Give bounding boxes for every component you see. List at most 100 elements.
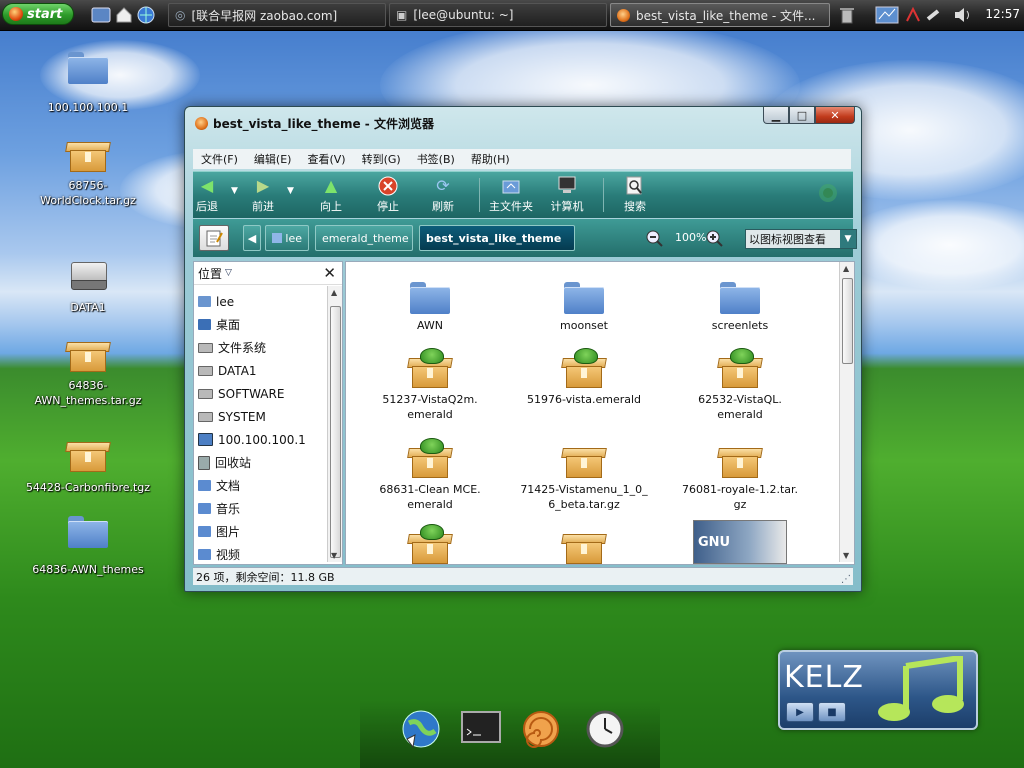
sidebar-title[interactable]: 位置	[198, 265, 222, 282]
scroll-up-arrow-icon[interactable]: ▲	[843, 264, 849, 273]
dock-item-clock[interactable]	[584, 708, 626, 750]
view-mode-select[interactable]: 以图标视图查看 ▼	[745, 229, 857, 249]
file-item-archive[interactable]	[506, 520, 662, 564]
start-label: start	[27, 6, 63, 22]
file-item-folder[interactable]: screenlets	[662, 270, 818, 333]
taskbar-item-terminal[interactable]: ▣ [lee@ubuntu: ~]	[389, 3, 607, 27]
scrollbar-thumb[interactable]	[842, 278, 853, 364]
zoom-out-button[interactable]	[645, 229, 665, 252]
taskbar-item-browser[interactable]: ◎ [联合早报网 zaobao.com]	[168, 3, 386, 27]
menu-help[interactable]: 帮助(H)	[463, 151, 518, 167]
file-item-emerald-theme[interactable]: 51976-vista.emerald	[506, 344, 662, 407]
desktop-icon-data1-drive[interactable]: DATA1	[18, 258, 158, 315]
scroll-down-arrow-icon[interactable]: ▼	[331, 551, 337, 560]
sidebar-item-desktop[interactable]: 桌面	[194, 313, 326, 336]
power-plug-icon[interactable]	[924, 4, 946, 26]
sidebar-scrollbar[interactable]: ▲ ▼	[327, 286, 342, 562]
breadcrumb-back-arrow[interactable]: ◀	[243, 225, 261, 251]
menu-edit[interactable]: 编辑(E)	[246, 151, 300, 167]
sidebar-item-software[interactable]: SOFTWARE	[194, 382, 326, 405]
sidebar-item-pictures[interactable]: 图片	[194, 520, 326, 543]
up-button[interactable]: ▲ 向上	[303, 176, 359, 214]
file-view-scrollbar[interactable]: ▲ ▼	[839, 262, 854, 562]
file-item-emerald-theme[interactable]	[352, 520, 508, 564]
thumbnail-text: GNU	[698, 534, 731, 550]
breadcrumb-emerald-theme[interactable]: emerald_theme	[315, 225, 413, 251]
desktop-icon-carbonfibre-archive[interactable]: 54428-Carbonfibre.tgz	[18, 438, 158, 495]
file-name: 71425-Vistamenu_1_0_	[520, 483, 648, 496]
breadcrumb-label: lee	[285, 231, 302, 245]
volume-icon[interactable]	[952, 4, 974, 26]
sidebar-item-documents[interactable]: 文档	[194, 474, 326, 497]
scroll-down-arrow-icon[interactable]: ▼	[843, 551, 849, 560]
sidebar-item-trash[interactable]: 回收站	[194, 451, 326, 474]
maximize-button[interactable]: □	[789, 107, 815, 124]
task-label: [联合早报网 zaobao.com]	[191, 8, 338, 23]
start-button[interactable]: start	[2, 3, 74, 25]
computer-button[interactable]: 计算机	[539, 176, 595, 214]
file-item-folder[interactable]: moonset	[506, 270, 662, 333]
sidebar-item-videos[interactable]: 视频	[194, 543, 326, 566]
network-monitor-icon[interactable]	[874, 4, 900, 26]
back-button[interactable]: ◀ 后退	[179, 176, 235, 214]
trash-icon[interactable]	[836, 4, 858, 26]
close-button[interactable]: ✕	[815, 107, 855, 124]
search-button[interactable]: 搜索	[607, 176, 663, 214]
play-button[interactable]: ▶	[786, 702, 814, 722]
home-icon[interactable]	[113, 4, 135, 26]
file-item-image[interactable]: GNU	[662, 520, 818, 564]
menu-go[interactable]: 转到(G)	[354, 151, 409, 167]
file-item-emerald-theme[interactable]: 68631-Clean MCE. emerald	[352, 434, 508, 512]
resize-grip-icon[interactable]: ⋰	[841, 574, 851, 585]
network-icon[interactable]	[902, 4, 924, 26]
sidebar-header: 位置 ▽ ✕	[194, 262, 342, 285]
breadcrumb-lee[interactable]: lee	[265, 225, 309, 251]
close-sidebar-icon[interactable]: ✕	[323, 264, 336, 282]
file-item-archive[interactable]: 76081-royale-1.2.tar. gz	[662, 434, 818, 512]
file-item-emerald-theme[interactable]: 51237-VistaQ2m. emerald	[352, 344, 508, 422]
dock-item-terminal[interactable]	[460, 708, 502, 750]
chevron-down-icon[interactable]: ▽	[225, 268, 232, 278]
browser-icon[interactable]	[135, 4, 157, 26]
home-folder-button[interactable]: 主文件夹	[483, 176, 539, 214]
sidebar-item-music[interactable]: 音乐	[194, 497, 326, 520]
sidebar-item-label: 音乐	[216, 502, 241, 516]
file-item-folder[interactable]: AWN	[352, 270, 508, 333]
menu-bookmarks[interactable]: 书签(B)	[409, 151, 463, 167]
status-text: 26 项，剩余空间：11.8 GB	[196, 570, 335, 584]
dock-item-browser[interactable]	[400, 708, 442, 750]
file-item-archive[interactable]: 71425-Vistamenu_1_0_ 6_beta.tar.gz	[506, 434, 662, 512]
menu-file[interactable]: 文件(F)	[193, 151, 246, 167]
forward-history-dropdown[interactable]: ▼	[287, 186, 294, 196]
scroll-up-arrow-icon[interactable]: ▲	[331, 288, 337, 297]
zoom-level[interactable]: 100%	[675, 231, 706, 244]
zoom-in-button[interactable]	[705, 229, 725, 252]
taskbar-item-file-browser[interactable]: best_vista_like_theme - 文件...	[610, 3, 830, 27]
menu-view[interactable]: 查看(V)	[299, 151, 353, 167]
desktop-icon-awn-themes-archive[interactable]: 64836-AWN_themes.tar.gz	[18, 338, 158, 408]
scrollbar-thumb[interactable]	[330, 306, 341, 558]
minimize-button[interactable]: ▁	[763, 107, 789, 124]
sidebar-item-lee[interactable]: lee	[194, 290, 326, 313]
desktop-icon-awn-themes-folder[interactable]: 64836-AWN_themes	[18, 516, 158, 577]
reload-button[interactable]: ⟳ 刷新	[415, 176, 471, 214]
forward-button[interactable]: ▶ 前进	[235, 176, 291, 214]
show-desktop-icon[interactable]	[90, 4, 112, 26]
file-item-emerald-theme[interactable]: 62532-VistaQL. emerald	[662, 344, 818, 422]
folder-icon	[198, 549, 211, 560]
desktop-icon-network-share[interactable]: 100.100.100.1	[18, 52, 158, 115]
stop-button[interactable]: 停止	[360, 176, 416, 214]
desktop-icon-worldclock-archive[interactable]: 68756-WorldClock.tar.gz	[18, 138, 158, 208]
breadcrumb-current[interactable]: best_vista_like_theme	[419, 225, 575, 251]
dock-item-file-manager[interactable]	[520, 708, 562, 750]
sidebar-item-data1[interactable]: DATA1	[194, 359, 326, 382]
nautilus-shell-icon	[523, 711, 559, 748]
sidebar-item-filesystem[interactable]: 文件系统	[194, 336, 326, 359]
sidebar-item-system[interactable]: SYSTEM	[194, 405, 326, 428]
ubuntu-logo-icon	[9, 7, 23, 21]
sidebar-item-network-share[interactable]: 100.100.100.1	[194, 428, 326, 451]
toggle-location-entry-button[interactable]	[199, 225, 229, 251]
sidebar-item-label: lee	[216, 294, 235, 309]
clock[interactable]: 12:57	[985, 7, 1020, 21]
stop-button[interactable]: ■	[818, 702, 846, 722]
